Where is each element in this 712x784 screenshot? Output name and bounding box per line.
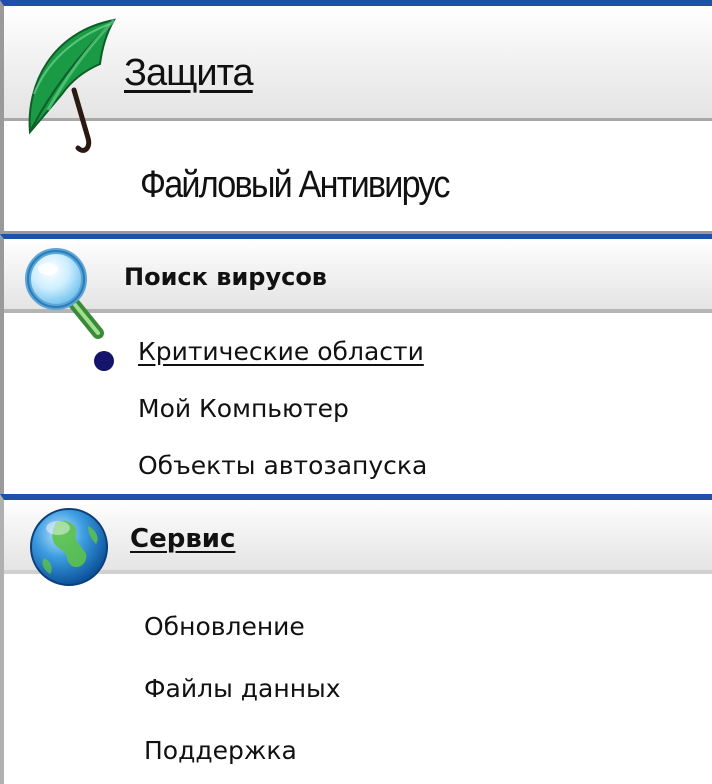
protection-heading[interactable]: Защита xyxy=(124,52,254,95)
data-files-link[interactable]: Файлы данных xyxy=(144,674,341,703)
virus-scan-heading[interactable]: Поиск вирусов xyxy=(124,263,327,291)
protection-section: Защита Файловый Антивирус xyxy=(0,0,712,234)
selected-bullet-icon xyxy=(94,351,114,371)
file-antivirus-link[interactable]: Файловый Антивирус xyxy=(140,164,450,207)
critical-areas-link[interactable]: Критические области xyxy=(138,337,424,366)
virus-scan-header-band xyxy=(4,239,712,313)
startup-objects-link[interactable]: Объекты автозапуска xyxy=(138,451,427,480)
service-section: Сервис Обновление Файлы данных Поддержка xyxy=(0,494,712,784)
globe-icon xyxy=(30,508,108,586)
virus-scan-section: Поиск вирусов Критические области Мой Ко… xyxy=(0,234,712,494)
service-heading[interactable]: Сервис xyxy=(130,524,235,554)
my-computer-link[interactable]: Мой Компьютер xyxy=(138,394,349,423)
navigation-panel: Защита Файловый Антивирус Поиск вирусов … xyxy=(0,0,712,784)
support-link[interactable]: Поддержка xyxy=(144,736,297,765)
update-link[interactable]: Обновление xyxy=(144,612,305,641)
magnifier-icon xyxy=(25,248,104,339)
umbrella-icon xyxy=(28,18,116,153)
